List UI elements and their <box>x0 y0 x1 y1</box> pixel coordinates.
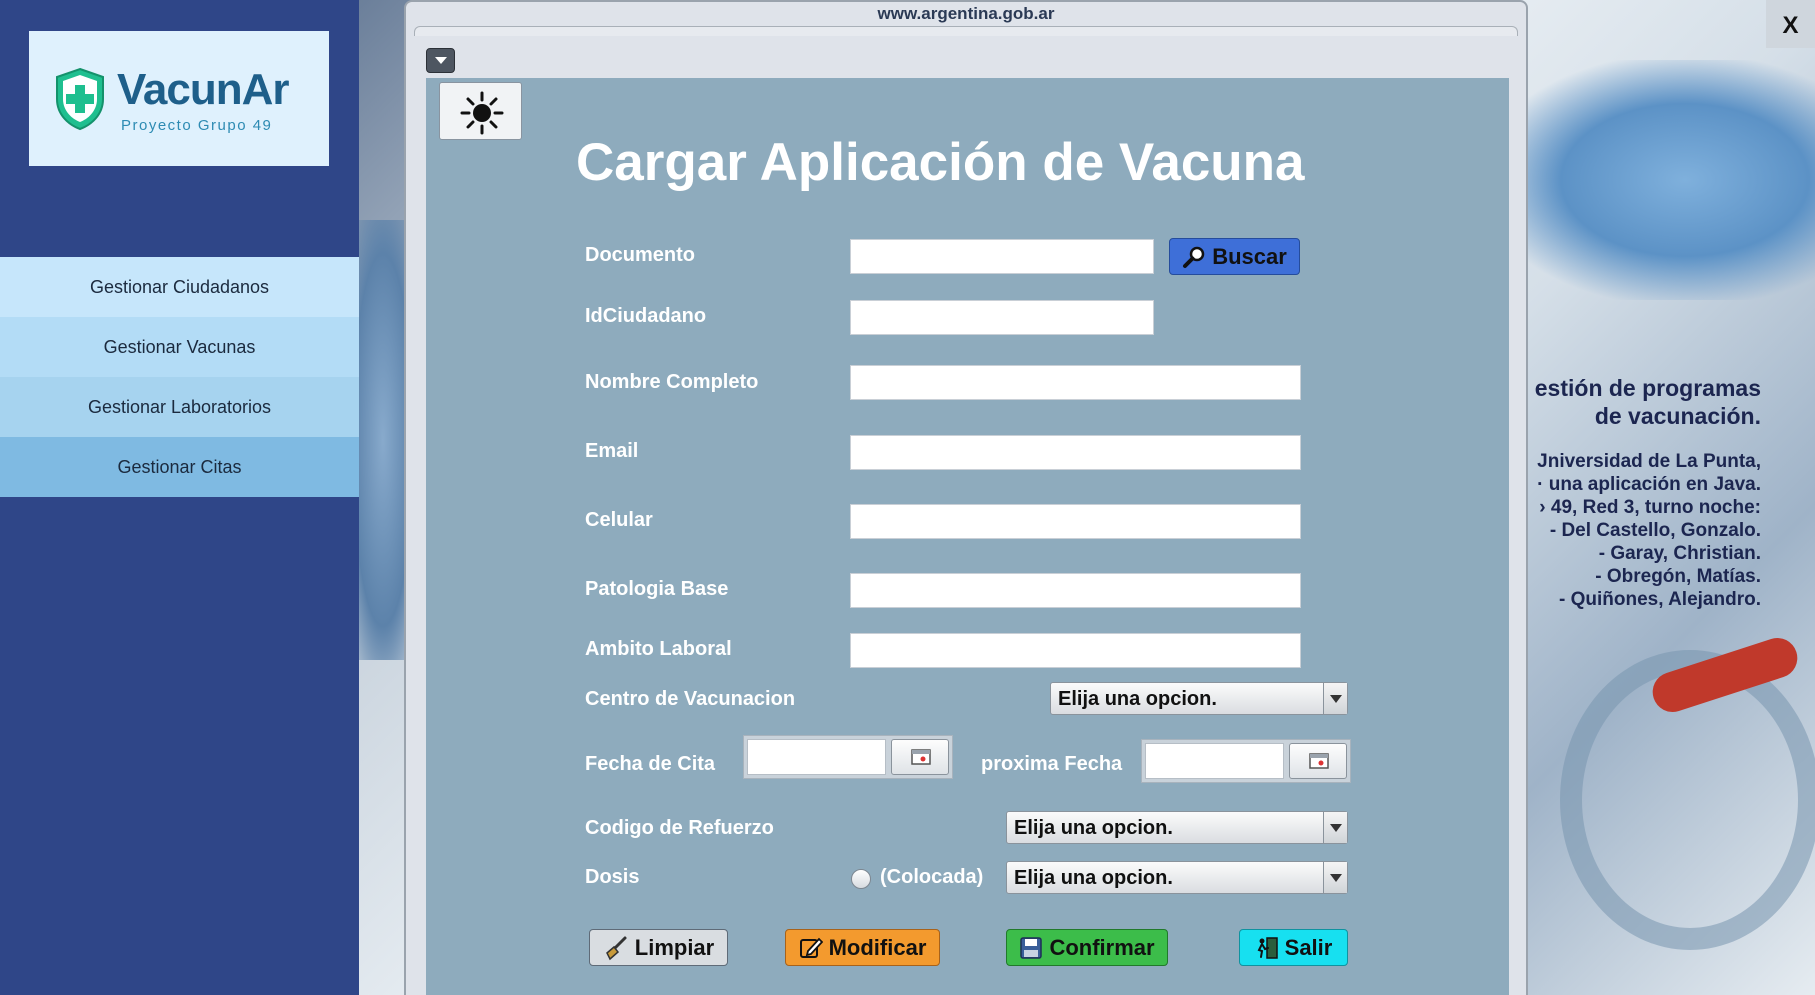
modificar-label: Modificar <box>828 934 927 960</box>
colocada-label: (Colocada) <box>880 866 984 888</box>
codigo-refuerzo-select[interactable]: Elija una opcion. <box>1006 811 1348 844</box>
proxima-fecha-calendar-button[interactable] <box>1289 743 1347 779</box>
info-line: - Del Castello, Gonzalo. <box>1549 520 1761 541</box>
email-field[interactable] <box>850 435 1301 470</box>
background-info-text: estión de programas de vacunación. Jnive… <box>1535 374 1761 611</box>
ambito-laboral-field[interactable] <box>850 633 1301 668</box>
search-icon <box>1183 246 1205 268</box>
codigo-refuerzo-value: Elija una opcion. <box>1014 817 1173 839</box>
id-ciudadano-field[interactable] <box>850 300 1154 335</box>
sun-icon <box>460 91 504 135</box>
info-line: › 49, Red 3, turno noche: <box>1539 497 1761 518</box>
sidebar-item-laboratorios[interactable]: Gestionar Laboratorios <box>0 377 359 437</box>
buscar-label: Buscar <box>1212 243 1287 269</box>
background-glove <box>1490 60 1815 300</box>
confirmar-label: Confirmar <box>1049 934 1155 960</box>
patologia-base-field[interactable] <box>850 573 1301 608</box>
dropdown-arrow <box>1323 812 1347 843</box>
save-icon <box>1020 936 1043 959</box>
info-line: - Quiñones, Alejandro. <box>1559 589 1761 610</box>
fecha-cita-label: Fecha de Cita <box>585 753 716 775</box>
confirmar-button[interactable]: Confirmar <box>1006 929 1168 966</box>
internal-frame: www.argentina.gob.ar Cargar Aplicación d… <box>404 0 1528 995</box>
info-line: · una aplicación en Java. <box>1537 474 1761 495</box>
documento-label: Documento <box>585 244 695 266</box>
info-line: Jniversidad de La Punta, <box>1537 451 1761 472</box>
edit-icon <box>799 937 823 958</box>
modificar-button[interactable]: Modificar <box>785 929 940 966</box>
dosis-value: Elija una opcion. <box>1014 867 1173 889</box>
buscar-button[interactable]: Buscar <box>1169 238 1300 275</box>
calendar-icon <box>911 749 931 765</box>
chevron-down-icon <box>1330 695 1342 703</box>
broom-icon <box>605 936 627 960</box>
celular-field[interactable] <box>850 504 1301 539</box>
salir-button[interactable]: Salir <box>1239 929 1348 966</box>
form-title: Cargar Aplicación de Vacuna <box>576 133 1305 192</box>
proxima-fecha-label: proxima Fecha <box>981 753 1123 775</box>
chevron-down-icon <box>435 57 447 64</box>
fecha-cita-field[interactable] <box>747 739 886 775</box>
dosis-select[interactable]: Elija una opcion. <box>1006 861 1348 894</box>
centro-vacunacion-value: Elija una opcion. <box>1058 688 1217 710</box>
info-line: - Obregón, Matías. <box>1595 566 1761 587</box>
proxima-fecha-field[interactable] <box>1145 743 1284 779</box>
limpiar-button[interactable]: Limpiar <box>589 929 728 966</box>
salir-label: Salir <box>1284 934 1333 960</box>
info-heading-line2: de vacunación. <box>1594 403 1761 429</box>
frame-title: www.argentina.gob.ar <box>877 4 1055 23</box>
close-button[interactable]: X <box>1766 0 1815 48</box>
celular-label: Celular <box>585 509 653 531</box>
sidebar-item-ciudadanos[interactable]: Gestionar Ciudadanos <box>0 257 359 317</box>
fecha-cita-calendar-button[interactable] <box>891 739 949 775</box>
fecha-cita-picker <box>743 735 953 779</box>
centro-vacunacion-select[interactable]: Elija una opcion. <box>1050 682 1348 715</box>
nombre-completo-field[interactable] <box>850 365 1301 400</box>
documento-field[interactable] <box>850 239 1154 274</box>
sidebar: VacunAr Proyecto Grupo 49 Gestionar Ciud… <box>0 0 359 995</box>
logo-title: VacunAr <box>117 65 290 114</box>
calendar-icon <box>1309 753 1329 769</box>
centro-vacunacion-label: Centro de Vacunacion <box>585 688 796 710</box>
logo-subtitle: Proyecto Grupo 49 <box>121 117 273 134</box>
form-panel: Cargar Aplicación de Vacuna Documento Bu… <box>426 78 1509 995</box>
patologia-base-label: Patologia Base <box>585 578 729 600</box>
sidebar-item-vacunas[interactable]: Gestionar Vacunas <box>0 317 359 377</box>
email-label: Email <box>585 440 639 462</box>
chevron-down-icon <box>1330 824 1342 832</box>
shield-plus-icon <box>56 67 104 131</box>
ambito-laboral-label: Ambito Laboral <box>585 638 732 660</box>
exit-icon <box>1257 936 1278 959</box>
frame-menu-button[interactable] <box>426 48 455 73</box>
dosis-label: Dosis <box>585 866 640 888</box>
theme-toggle-button[interactable] <box>439 82 522 140</box>
dropdown-arrow <box>1323 683 1347 714</box>
chevron-down-icon <box>1330 874 1342 882</box>
info-heading-line1: estión de programas <box>1534 375 1761 401</box>
sidebar-item-citas[interactable]: Gestionar Citas <box>0 437 359 497</box>
frame-inner-border <box>414 26 1518 36</box>
limpiar-label: Limpiar <box>634 934 715 960</box>
proxima-fecha-picker <box>1141 739 1351 783</box>
logo: VacunAr Proyecto Grupo 49 <box>29 31 329 166</box>
nombre-completo-label: Nombre Completo <box>585 371 759 393</box>
dropdown-arrow <box>1323 862 1347 893</box>
colocada-radio[interactable] <box>851 869 871 889</box>
id-ciudadano-label: IdCiudadano <box>585 305 707 327</box>
codigo-refuerzo-label: Codigo de Refuerzo <box>585 817 774 839</box>
info-line: - Garay, Christian. <box>1598 543 1761 564</box>
